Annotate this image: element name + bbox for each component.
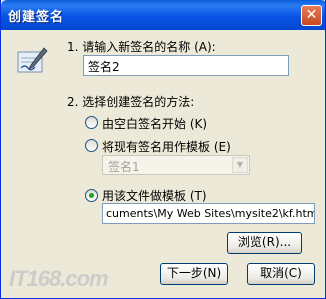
radio-blank[interactable]: [85, 116, 98, 129]
radio-existing-template[interactable]: [85, 139, 98, 152]
close-button[interactable]: ✕: [301, 5, 322, 26]
window-title: 创建签名: [8, 10, 65, 25]
radio-file-template-label[interactable]: 用该文件做模板 (T): [102, 187, 207, 204]
signature-name-input[interactable]: 签名2: [83, 55, 289, 76]
watermark-logo: IT168.com: [9, 266, 109, 291]
next-button[interactable]: 下一步(N): [160, 263, 228, 285]
existing-signature-value: 签名1: [108, 160, 140, 174]
existing-signature-select: 签名1 ▼: [102, 155, 250, 175]
template-file-path-input[interactable]: cuments\My Web Sites\mysite2\kf.htm: [102, 203, 315, 224]
radio-existing-template-label[interactable]: 将现有签名用作模板 (E): [102, 138, 231, 155]
method-label: 2. 选择创建签名的方法:: [67, 95, 195, 109]
radio-file-template[interactable]: [85, 189, 98, 202]
browse-button[interactable]: 浏览(R)...: [227, 232, 302, 254]
create-signature-dialog: 创建签名 ✕ 1. 请输入新签名的名称 (A): 签名2 2. 选择创建签名的方…: [0, 0, 326, 299]
chevron-down-icon: ▼: [232, 157, 248, 173]
close-icon: ✕: [305, 7, 318, 23]
cancel-button[interactable]: 取消(C): [247, 263, 315, 285]
title-bar[interactable]: 创建签名 ✕: [1, 0, 325, 30]
signature-pen-icon: [17, 47, 48, 73]
name-label: 1. 请输入新签名的名称 (A):: [67, 40, 216, 54]
radio-blank-label[interactable]: 由空白签名开始 (K): [102, 115, 207, 132]
